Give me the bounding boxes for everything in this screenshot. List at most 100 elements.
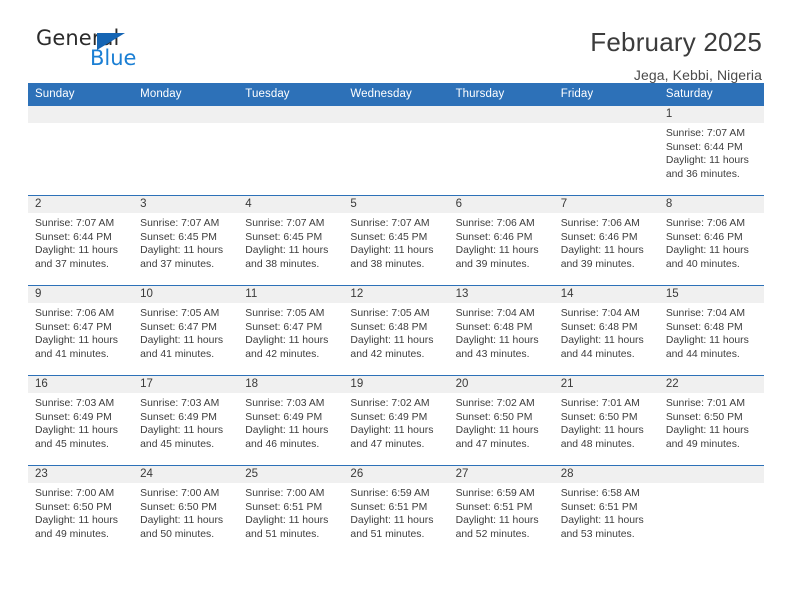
sunset-text: Sunset: 6:50 PM [35,501,112,513]
calendar-day-cell[interactable]: 2 Sunrise: 7:07 AM Sunset: 6:44 PM Daylight… [28,195,134,286]
calendar-day-cell[interactable]: 9 Sunrise: 7:06 AM Sunset: 6:47 PM Daylight… [28,285,134,376]
calendar-day-cell[interactable]: 4 Sunrise: 7:07 AM Sunset: 6:45 PM Daylight… [238,195,344,286]
daylight-text: Daylight: 11 hours and 50 minutes. [140,515,224,540]
calendar-day-cell[interactable]: 18 Sunrise: 7:03 AM Sunset: 6:49 PM Dayligh… [238,375,344,466]
day-details: Sunrise: 7:06 AM Sunset: 6:46 PM Daylight:… [659,213,764,271]
daylight-text: Daylight: 11 hours and 36 minutes. [665,155,749,180]
sunrise-text: Sunrise: 7:05 AM [350,308,430,319]
sunset-text: Sunset: 6:51 PM [455,501,533,513]
day-number: 16 [28,376,134,393]
calendar-week-row: 9 Sunrise: 7:06 AM Sunset: 6:47 PM Daylight… [28,285,764,376]
calendar-day-cell[interactable]: 10 Sunrise: 7:05 AM Sunset: 6:47 PM Dayligh… [133,285,239,376]
sunset-text: Sunset: 6:48 PM [665,321,743,333]
calendar-day-cell[interactable]: 6 Sunrise: 7:06 AM Sunset: 6:46 PM Daylight… [448,195,554,286]
calendar-day-cell[interactable]: 3 Sunrise: 7:07 AM Sunset: 6:45 PM Daylight… [133,195,239,286]
day-details: Sunrise: 7:04 AM Sunset: 6:48 PM Daylight:… [659,303,764,361]
day-number: 25 [238,466,344,483]
page-subtitle: Jega, Kebbi, Nigeria [633,66,762,83]
calendar-day-cell[interactable]: 12 Sunrise: 7:05 AM Sunset: 6:48 PM Dayligh… [343,285,449,376]
calendar-day-cell[interactable]: 22 Sunrise: 7:01 AM Sunset: 6:50 PM Dayligh… [658,375,764,466]
sunset-text: Sunset: 6:50 PM [455,411,533,423]
sunrise-text: Sunrise: 7:07 AM [665,128,745,139]
day-details: Sunrise: 7:06 AM Sunset: 6:46 PM Daylight:… [554,213,659,271]
sunrise-text: Sunrise: 7:06 AM [35,308,115,319]
daylight-text: Daylight: 11 hours and 37 minutes. [35,245,118,270]
calendar-day-cell[interactable]: 23 Sunrise: 7:00 AM Sunset: 6:50 PM Dayligh… [28,465,134,556]
day-number: 12 [343,286,449,303]
calendar-day-cell[interactable]: 21 Sunrise: 7:01 AM Sunset: 6:50 PM Dayligh… [553,375,659,466]
day-number: 21 [553,376,659,393]
calendar-week-row: 16 Sunrise: 7:03 AM Sunset: 6:49 PM Dayligh… [28,375,764,466]
calendar-day-cell[interactable]: 8 Sunrise: 7:06 AM Sunset: 6:46 PM Daylight… [658,195,764,286]
weekday-header-friday: Friday [553,83,659,106]
generalblue-logo[interactable]: General Blue [28,28,158,80]
calendar-day-cell[interactable]: 19 Sunrise: 7:02 AM Sunset: 6:49 PM Dayligh… [343,375,449,466]
weekday-header-wednesday: Wednesday [343,83,449,106]
calendar-day-cell[interactable]: 11 Sunrise: 7:05 AM Sunset: 6:47 PM Dayligh… [238,285,344,376]
day-details: Sunrise: 7:06 AM Sunset: 6:47 PM Daylight:… [28,303,133,361]
day-number: 23 [28,466,134,483]
day-number: 24 [133,466,239,483]
calendar-day-cell[interactable]: 20 Sunrise: 7:02 AM Sunset: 6:50 PM Dayligh… [448,375,554,466]
day-number: 1 [658,106,764,123]
daylight-text: Daylight: 11 hours and 40 minutes. [665,245,749,270]
day-number: 9 [28,286,134,303]
daylight-text: Daylight: 11 hours and 46 minutes. [245,425,329,450]
sunset-text: Sunset: 6:45 PM [350,231,428,243]
day-number [553,106,659,123]
sunrise-text: Sunrise: 7:07 AM [35,218,115,229]
day-details: Sunrise: 7:05 AM Sunset: 6:47 PM Daylight:… [238,303,343,361]
day-number [133,106,239,123]
day-number: 19 [343,376,449,393]
calendar-day-cell[interactable]: 26 Sunrise: 6:59 AM Sunset: 6:51 PM Dayligh… [343,465,449,556]
daylight-text: Daylight: 11 hours and 42 minutes. [245,335,329,360]
calendar-day-cell[interactable]: 25 Sunrise: 7:00 AM Sunset: 6:51 PM Dayligh… [238,465,344,556]
sunset-text: Sunset: 6:49 PM [245,411,323,423]
calendar-day-cell[interactable]: 15 Sunrise: 7:04 AM Sunset: 6:48 PM Dayligh… [658,285,764,376]
sunset-text: Sunset: 6:46 PM [455,231,533,243]
sunset-text: Sunset: 6:48 PM [350,321,428,333]
day-number: 4 [238,196,344,213]
calendar-day-cell[interactable]: 24 Sunrise: 7:00 AM Sunset: 6:50 PM Dayligh… [133,465,239,556]
sunset-text: Sunset: 6:50 PM [140,501,217,513]
daylight-text: Daylight: 11 hours and 49 minutes. [35,515,118,540]
calendar-week-row: 1 Sunrise: 7:07 AM Sunset: 6:44 PM Daylight… [28,105,764,196]
sunset-text: Sunset: 6:49 PM [140,411,217,423]
sunset-text: Sunset: 6:50 PM [560,411,638,423]
day-number: 2 [28,196,134,213]
day-number: 10 [133,286,239,303]
sunset-text: Sunset: 6:48 PM [560,321,638,333]
calendar-day-cell[interactable]: 5 Sunrise: 7:07 AM Sunset: 6:45 PM Daylight… [343,195,449,286]
calendar-day-cell[interactable]: 28 Sunrise: 6:58 AM Sunset: 6:51 PM Dayligh… [553,465,659,556]
day-number: 28 [553,466,659,483]
calendar-day-cell[interactable]: 17 Sunrise: 7:03 AM Sunset: 6:49 PM Dayligh… [133,375,239,466]
sunrise-text: Sunrise: 7:02 AM [350,398,430,409]
calendar-day-cell[interactable]: 14 Sunrise: 7:04 AM Sunset: 6:48 PM Dayligh… [553,285,659,376]
sunset-text: Sunset: 6:45 PM [245,231,323,243]
calendar-day-cell[interactable]: 13 Sunrise: 7:04 AM Sunset: 6:48 PM Dayligh… [448,285,554,376]
day-number: 22 [658,376,764,393]
daylight-text: Daylight: 11 hours and 52 minutes. [455,515,539,540]
daylight-text: Daylight: 11 hours and 43 minutes. [455,335,539,360]
day-number: 26 [343,466,449,483]
day-details: Sunrise: 7:04 AM Sunset: 6:48 PM Daylight:… [449,303,554,361]
sunrise-text: Sunrise: 7:00 AM [35,488,115,499]
calendar-page: General Blue February 2025 Jega, Kebbi, … [0,0,792,612]
day-number [448,106,554,123]
calendar-header-row: Sunday Monday Tuesday Wednesday Thursday… [28,83,764,106]
sunset-text: Sunset: 6:47 PM [245,321,323,333]
sunrise-text: Sunrise: 7:01 AM [665,398,745,409]
day-details: Sunrise: 7:06 AM Sunset: 6:46 PM Daylight:… [449,213,554,271]
day-number [343,106,449,123]
calendar-week-row: 23 Sunrise: 7:00 AM Sunset: 6:50 PM Dayligh… [28,465,764,556]
day-number: 8 [658,196,764,213]
calendar-day-cell[interactable]: 7 Sunrise: 7:06 AM Sunset: 6:46 PM Daylight… [553,195,659,286]
calendar-day-cell[interactable]: 1 Sunrise: 7:07 AM Sunset: 6:44 PM Daylight… [658,105,764,196]
daylight-text: Daylight: 11 hours and 45 minutes. [35,425,118,450]
calendar-day-cell[interactable]: 27 Sunrise: 6:59 AM Sunset: 6:51 PM Dayligh… [448,465,554,556]
sunrise-text: Sunrise: 7:07 AM [350,218,430,229]
day-details: Sunrise: 7:07 AM Sunset: 6:45 PM Daylight:… [343,213,448,271]
calendar-day-cell[interactable]: 16 Sunrise: 7:03 AM Sunset: 6:49 PM Dayligh… [28,375,134,466]
day-number: 11 [238,286,344,303]
day-details: Sunrise: 7:00 AM Sunset: 6:50 PM Daylight:… [28,483,133,541]
